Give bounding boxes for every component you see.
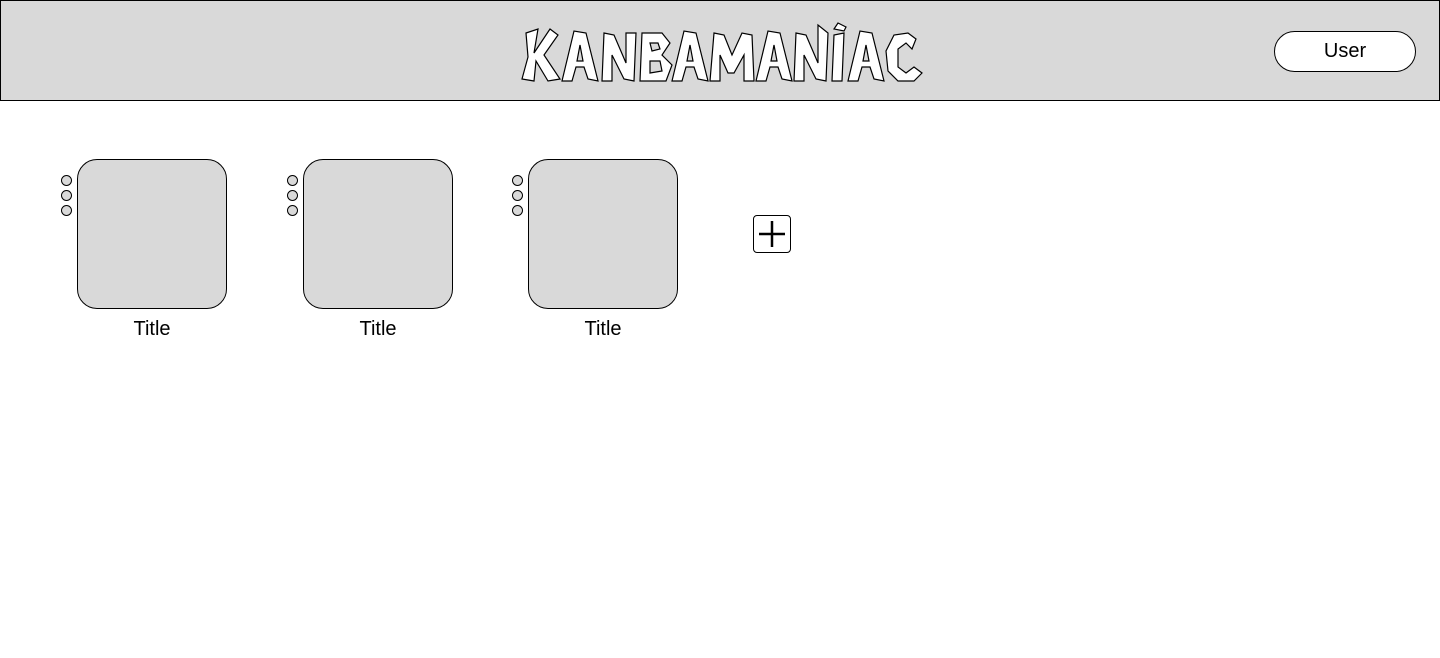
plus-icon (759, 221, 785, 247)
app-header: User (0, 0, 1440, 101)
board-thumbnail[interactable] (528, 159, 678, 309)
options-dot-icon (287, 205, 298, 216)
board-options-button[interactable] (287, 175, 299, 217)
options-dot-icon (287, 175, 298, 186)
board-title[interactable]: Title (528, 317, 678, 341)
options-dot-icon (512, 205, 523, 216)
board-thumbnail[interactable] (303, 159, 453, 309)
board-thumbnail[interactable] (77, 159, 227, 309)
user-button[interactable]: User (1274, 31, 1416, 72)
options-dot-icon (512, 190, 523, 201)
app-logo (516, 21, 926, 85)
options-dot-icon (287, 190, 298, 201)
options-dot-icon (61, 205, 72, 216)
board-options-button[interactable] (512, 175, 524, 217)
board-options-button[interactable] (61, 175, 73, 217)
add-board-button[interactable] (753, 215, 791, 253)
options-dot-icon (61, 190, 72, 201)
board-title[interactable]: Title (77, 317, 227, 341)
options-dot-icon (512, 175, 523, 186)
board-title[interactable]: Title (303, 317, 453, 341)
options-dot-icon (61, 175, 72, 186)
